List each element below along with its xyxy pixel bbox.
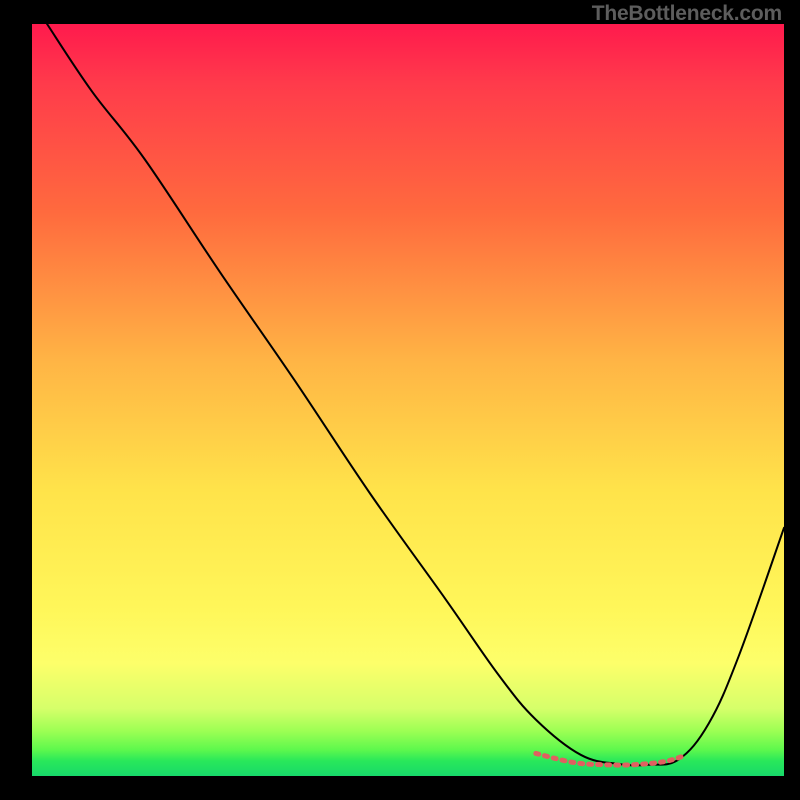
curve-highlight — [536, 753, 683, 765]
plot-area — [32, 24, 784, 776]
chart-frame: TheBottleneck.com — [0, 0, 800, 800]
watermark-text: TheBottleneck.com — [592, 2, 782, 25]
watermark-link[interactable]: TheBottleneck.com — [592, 2, 782, 26]
curve-main — [47, 24, 784, 765]
plot-svg — [32, 24, 784, 776]
